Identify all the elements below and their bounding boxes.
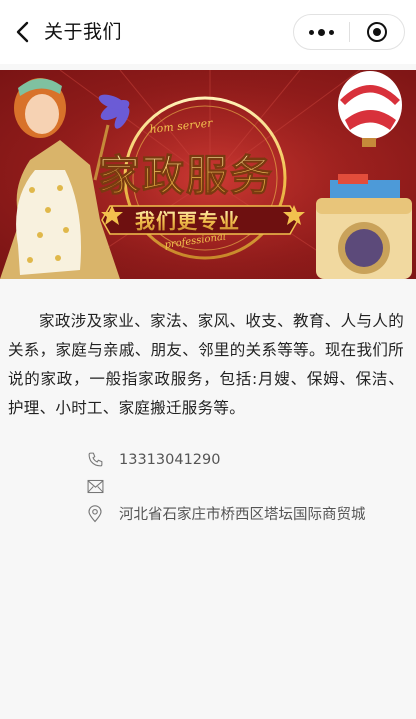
back-button[interactable] [8, 14, 36, 50]
mail-icon [86, 478, 104, 496]
phone-icon [86, 451, 104, 469]
washing-machine-illustration [316, 174, 412, 279]
target-circle-icon [366, 22, 387, 42]
chevron-left-icon [16, 21, 29, 43]
banner-sub-text: 我们更专业 [135, 209, 240, 233]
page-title: 关于我们 [44, 21, 123, 43]
phone-number: 13313041290 [119, 451, 221, 468]
phone-row[interactable]: 13313041290 [86, 446, 406, 473]
about-description: 家政涉及家业、家法、家风、收支、教育、人与人的关系，家庭与亲戚、朋友、邻里的关系… [8, 312, 404, 417]
address-row[interactable]: 河北省石家庄市桥西区塔坛国际商贸城 [86, 500, 406, 527]
location-icon [86, 504, 104, 523]
banner-image: hom server professional 家政服务 我们更专业 [0, 70, 416, 279]
more-dots-icon [308, 28, 334, 36]
contact-info: 13313041290 河北省石家庄市桥西区塔坛国际商贸城 [86, 446, 406, 527]
address-text: 河北省石家庄市桥西区塔坛国际商贸城 [119, 507, 366, 523]
close-program-button[interactable] [349, 15, 404, 49]
more-button[interactable] [294, 15, 349, 49]
banner-main-text: 家政服务 [98, 151, 274, 200]
navigation-bar: 关于我们 [0, 0, 416, 64]
email-row[interactable] [86, 473, 406, 500]
mini-program-capsule [293, 14, 405, 50]
